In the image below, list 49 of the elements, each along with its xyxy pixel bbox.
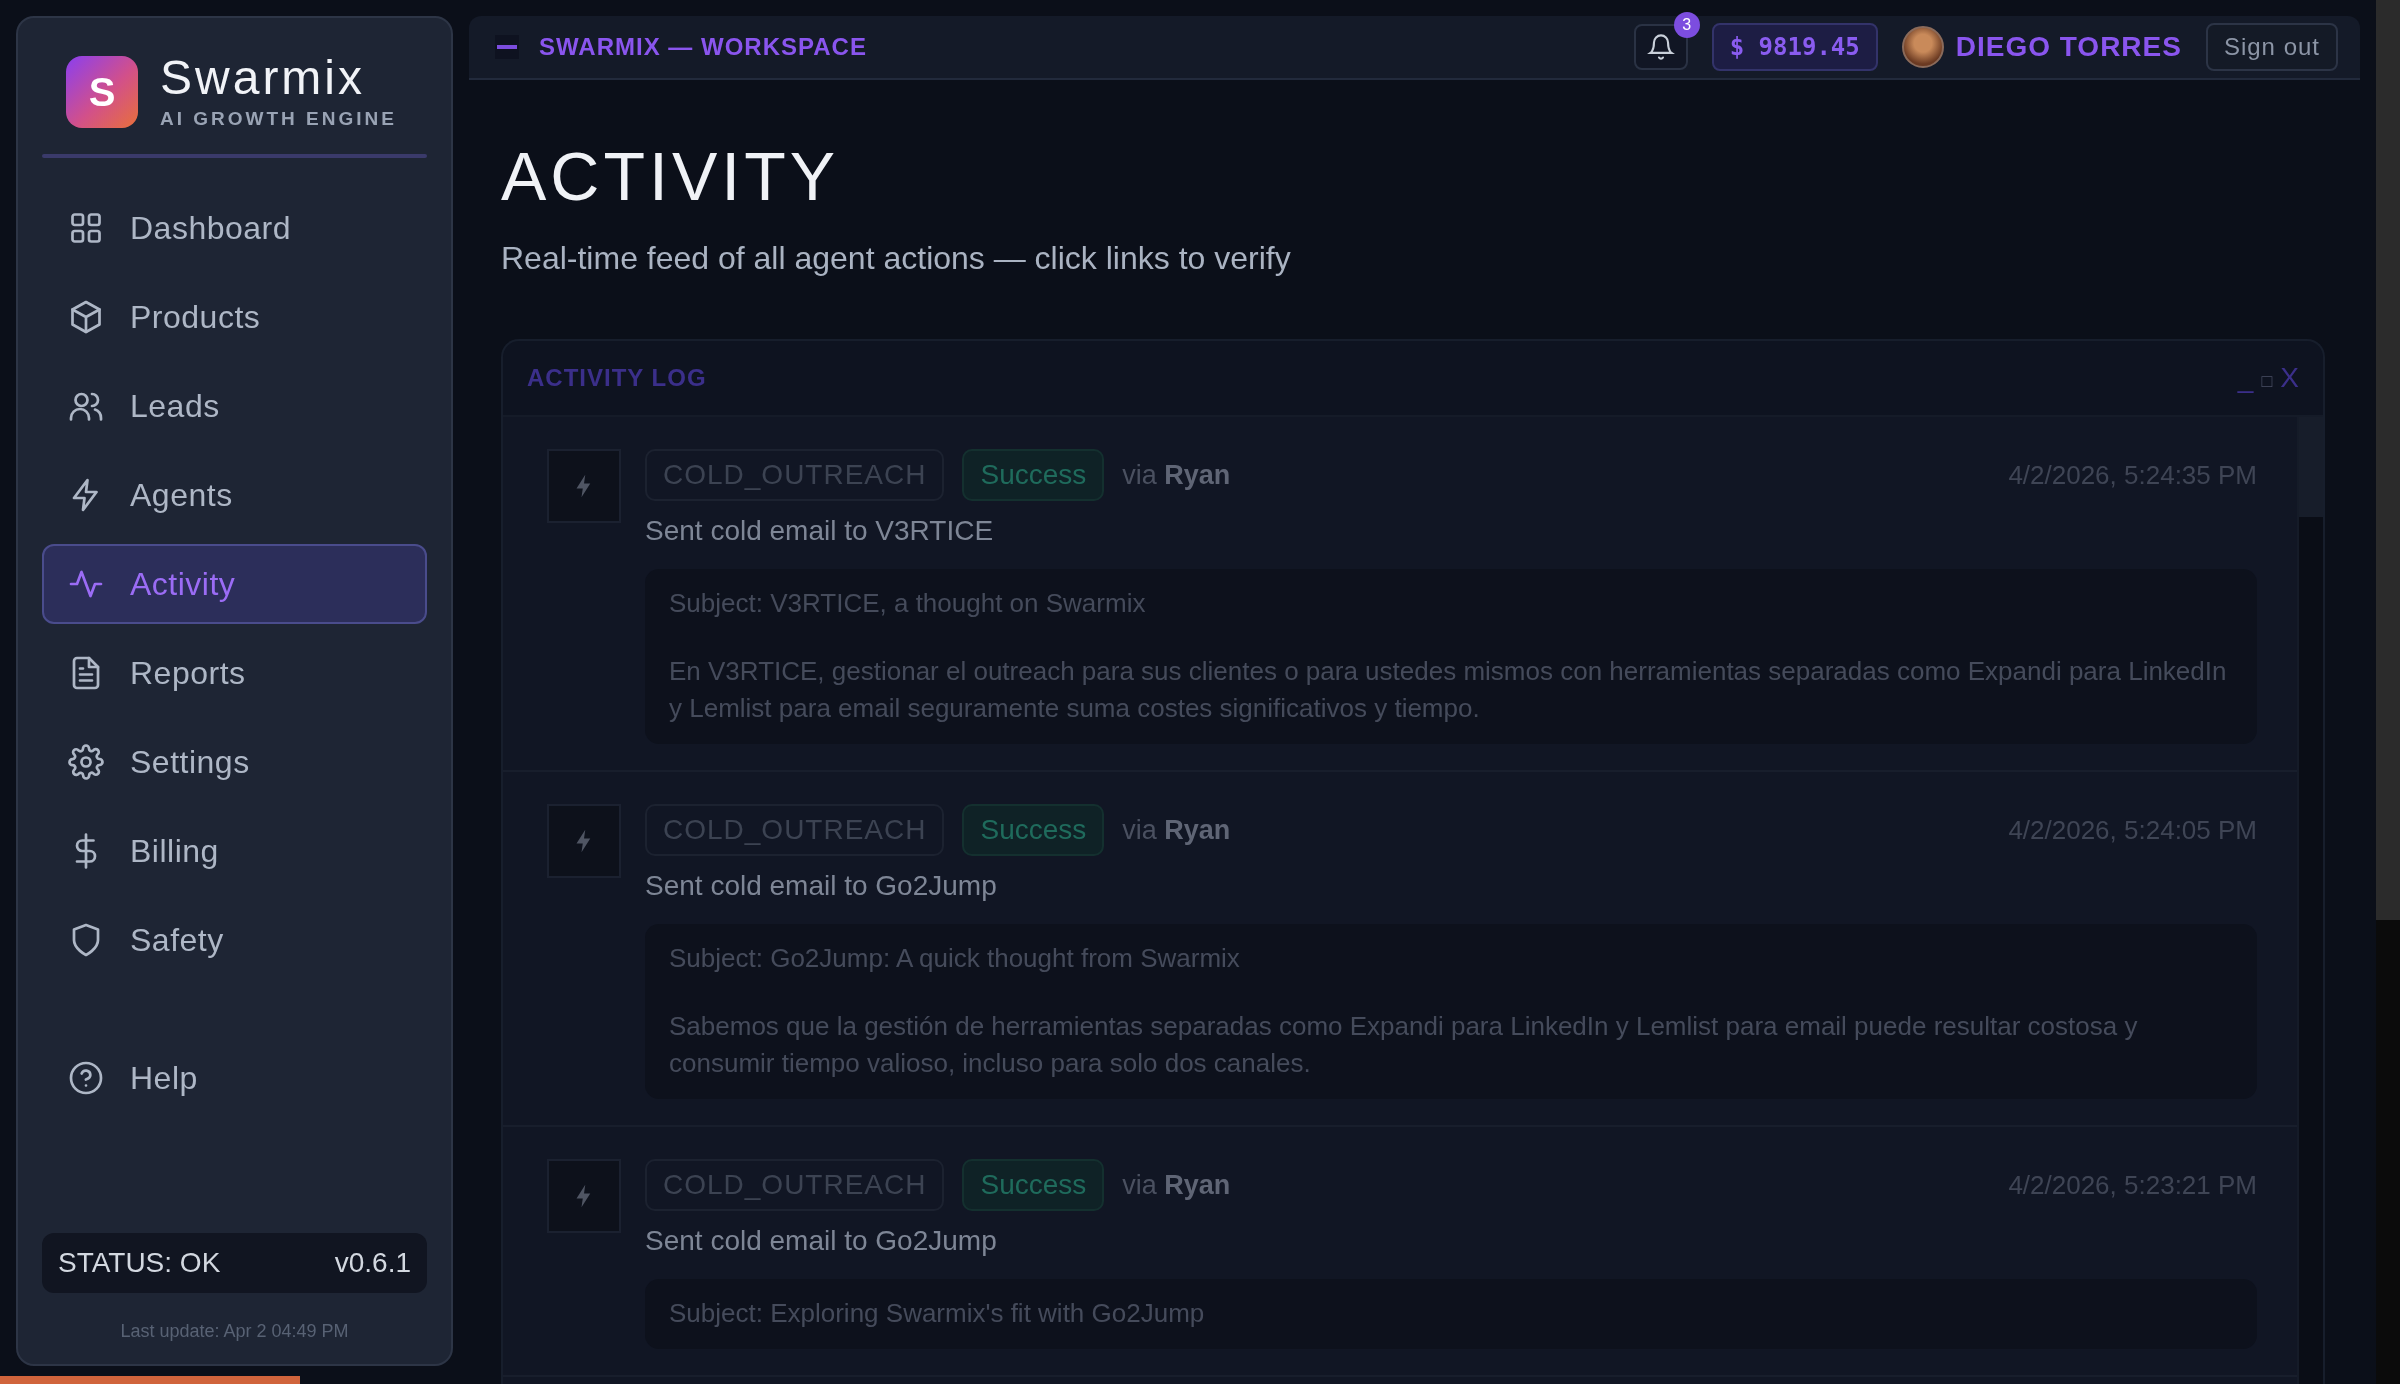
bolt-icon bbox=[547, 804, 621, 879]
nav-item[interactable]: Products bbox=[42, 277, 427, 357]
bolt-icon bbox=[547, 449, 621, 523]
email-body: En V3RTICE, gestionar el outreach para sus clientes o para ustedes mismos con herramientas separadas como Expandi para LinkedIn y Lemlist para email seguramente suma costes significativos y tiempo. bbox=[669, 654, 2228, 726]
page-subtitle: Real-time feed of all agent actions — click links to verify bbox=[501, 240, 1292, 277]
sign-out-button[interactable]: Sign out bbox=[2205, 23, 2338, 71]
notification-count: 3 bbox=[1673, 12, 1700, 38]
agent-text: via Ryan bbox=[1122, 814, 1231, 846]
status-tag: Success bbox=[962, 1159, 1105, 1212]
agent-text: via Ryan bbox=[1122, 1169, 1231, 1201]
brand-tagline: AI GROWTH ENGINE bbox=[160, 108, 397, 130]
entry-summary: Sent cold email to V3RTICE bbox=[645, 515, 995, 547]
status-tag: Success bbox=[962, 804, 1105, 857]
nav-item[interactable]: Settings bbox=[42, 722, 427, 802]
workspace-title: SWARMIX — WORKSPACE bbox=[539, 33, 867, 61]
nav-item[interactable]: Safety bbox=[42, 900, 427, 980]
bolt-icon bbox=[547, 1159, 621, 1234]
settings-icon bbox=[68, 744, 104, 780]
entry-summary: Sent cold email to Go2Jump bbox=[645, 870, 998, 903]
help-icon bbox=[68, 1060, 104, 1096]
status-tag: Success bbox=[962, 449, 1105, 501]
brand-name: Swarmix bbox=[160, 54, 366, 102]
logo-icon: S bbox=[66, 56, 138, 128]
nav-item[interactable]: Help bbox=[42, 1038, 427, 1118]
page-scrollbar[interactable] bbox=[2376, 0, 2400, 1384]
bell-icon bbox=[1646, 33, 1675, 61]
email-subject: Subject: V3RTICE, a thought on Swarmix bbox=[669, 587, 1147, 620]
minus-icon bbox=[495, 35, 519, 59]
nav-item[interactable]: Agents bbox=[42, 455, 427, 535]
email-subject: Subject: Go2Jump: A quick thought from Swarmix bbox=[669, 942, 1241, 976]
email-subject: Subject: Exploring Swarmix's fit with Go2Jump bbox=[669, 1297, 1206, 1331]
balance-display: $ 9819.45 bbox=[1711, 23, 1878, 71]
agent-text: via Ryan bbox=[1122, 459, 1231, 491]
page-title: ACTIVITY bbox=[501, 142, 841, 210]
nav-item[interactable]: Dashboard bbox=[42, 188, 427, 268]
cube-icon bbox=[68, 299, 104, 335]
nav-item[interactable]: Leads bbox=[42, 366, 427, 446]
grid-icon bbox=[68, 210, 104, 246]
nav-item[interactable]: Billing bbox=[42, 811, 427, 891]
panel-title: ACTIVITY LOG bbox=[527, 364, 707, 392]
nav-item[interactable]: Activity bbox=[42, 544, 427, 624]
version-text: v0.6.1 bbox=[334, 1247, 411, 1279]
entry-summary: Sent cold email to Go2Jump bbox=[645, 1225, 998, 1258]
status-text: STATUS: OK bbox=[58, 1247, 221, 1279]
last-update-text: Last update: Apr 2 04:49 PM bbox=[119, 1321, 350, 1342]
nav-item[interactable]: Reports bbox=[42, 633, 427, 713]
avatar-icon bbox=[1901, 26, 1944, 68]
email-body: Sabemos que la gestión de herramientas separadas como Expandi para LinkedIn y Lemlist para email puede resultar costosa y consumir tiempo valioso, incluso para solo dos canales. bbox=[669, 1009, 2139, 1081]
user-name: DIEGO TORRES bbox=[1955, 31, 2182, 63]
